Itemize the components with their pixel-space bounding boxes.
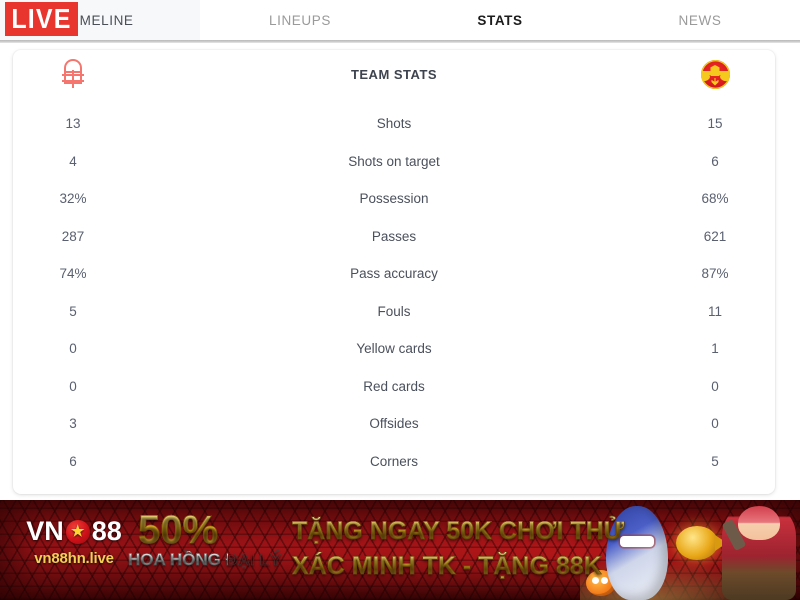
stat-label: Yellow cards (356, 341, 432, 357)
away-value: 11 (707, 303, 722, 319)
stat-label: Shots on target (348, 153, 440, 169)
home-value: 6 (69, 453, 77, 469)
goldfish-character-icon (676, 526, 727, 560)
vn88-wordmark: VN ★ 88 (14, 518, 134, 545)
away-value: 6 (711, 153, 719, 169)
table-row: 0 Red cards 0 (13, 368, 775, 406)
vn88-prefix: VN (26, 516, 64, 546)
vn88-url: vn88hn.live (34, 550, 114, 567)
vn88-ad-banner[interactable]: VN ★ 88 vn88hn.live 50% HOA HỒNG ĐẠI LÝ … (0, 500, 800, 600)
ad-promo-lines: TẶNG NGAY 50K CHƠI THỬ XÁC MINH TK - TẶN… (292, 514, 625, 584)
home-value: 74% (59, 266, 87, 282)
table-row: 3 Offsides 0 (13, 405, 775, 443)
stat-label: Passes (371, 228, 417, 244)
team-stats-rows: 13 Shots 15 4 Shots on target 6 32% Poss… (13, 98, 775, 480)
home-value: 3 (69, 416, 77, 432)
home-value: 0 (69, 341, 77, 357)
table-row: 32% Possession 68% (13, 180, 775, 218)
ad-percent-subtitle: HOA HỒNG ĐẠI LÝ (128, 550, 282, 569)
away-value: 5 (711, 453, 719, 469)
team-stats-header: TEAM STATS (13, 50, 775, 98)
away-value: 621 (703, 228, 727, 244)
table-row: 74% Pass accuracy 87% (13, 255, 775, 293)
team-stats-card: TEAM STATS 13 Shots 15 4 Shots on target… (13, 50, 775, 494)
table-row: 4 Shots on target 6 (13, 143, 775, 181)
stat-label: Offsides (369, 416, 419, 432)
stat-label: Red cards (363, 378, 425, 394)
vn88-ball-icon: ★ (65, 519, 90, 544)
live-badge: LIVE (5, 2, 78, 36)
stat-label: Fouls (377, 303, 411, 319)
home-value: 13 (65, 116, 81, 132)
table-row: 0 Yellow cards 1 (13, 330, 775, 368)
stat-label: Pass accuracy (350, 266, 438, 282)
table-row: 287 Passes 621 (13, 218, 775, 256)
star-icon: ★ (71, 523, 85, 540)
away-value: 87% (701, 266, 729, 282)
ad-offer-block: 50% HOA HỒNG ĐẠI LÝ (128, 510, 282, 569)
home-value: 0 (69, 378, 77, 394)
match-stats-page: TIMELINE LINEUPS STATS NEWS LIVE TEAM ST… (0, 0, 800, 600)
live-badge-label: LIVE (11, 2, 72, 35)
stat-label: Possession (359, 191, 429, 207)
away-value: 0 (711, 416, 719, 432)
manchester-united-crest-icon (700, 59, 730, 89)
home-value: 287 (61, 228, 85, 244)
home-value: 4 (69, 153, 77, 169)
tab-bar-divider (0, 40, 800, 43)
home-value: 5 (69, 303, 77, 319)
table-row: 13 Shots 15 (13, 105, 775, 143)
vn88-logo: VN ★ 88 vn88hn.live (14, 518, 134, 568)
tab-lineups[interactable]: LINEUPS (200, 0, 400, 40)
stat-label: Corners (369, 453, 418, 469)
away-value: 1 (711, 341, 719, 357)
tab-news[interactable]: NEWS (600, 0, 800, 40)
tab-news-label: NEWS (678, 12, 722, 28)
tab-stats[interactable]: STATS (400, 0, 600, 40)
stat-label: Shots (376, 116, 412, 132)
home-value: 32% (59, 191, 87, 207)
vn88-suffix: 88 (91, 516, 122, 546)
away-value: 0 (711, 378, 719, 394)
table-row: 6 Corners 5 (13, 443, 775, 481)
ad-percent: 50% (128, 510, 228, 551)
table-row: 5 Fouls 11 (13, 293, 775, 331)
ad-promo-line-1: TẶNG NGAY 50K CHƠI THỬ (292, 514, 625, 549)
away-value: 15 (707, 116, 723, 132)
ad-promo-line-2: XÁC MINH TK - TẶNG 88K (292, 549, 624, 584)
red-hood-girl-character-icon (722, 502, 796, 600)
match-tab-bar: TIMELINE LINEUPS STATS NEWS (0, 0, 800, 40)
away-value: 68% (701, 191, 729, 207)
team-stats-title: TEAM STATS (350, 66, 438, 82)
tab-stats-label: STATS (477, 12, 523, 28)
tab-lineups-label: LINEUPS (269, 12, 331, 28)
